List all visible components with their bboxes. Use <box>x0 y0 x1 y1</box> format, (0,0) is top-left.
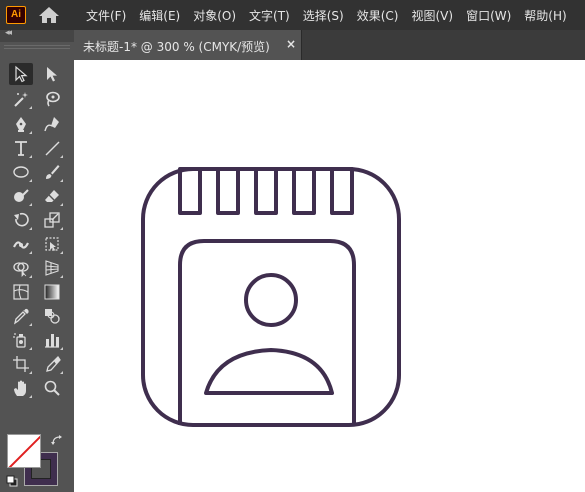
shape-builder-tool-icon[interactable] <box>9 257 33 279</box>
scale-tool-icon[interactable] <box>40 209 64 231</box>
document-tab-title: 未标题-1* @ 300 % (CMYK/预览) <box>83 40 270 54</box>
ellipse-tool-icon[interactable] <box>9 161 33 183</box>
type-tool-icon[interactable] <box>9 137 33 159</box>
inner-photo-frame <box>178 239 356 425</box>
symbol-sprayer-tool-icon[interactable] <box>9 329 33 351</box>
rotate-tool-icon[interactable] <box>9 209 33 231</box>
top-slot-5 <box>330 167 354 215</box>
eyedropper-tool-icon[interactable] <box>9 305 33 327</box>
menu-object[interactable]: 对象(O) <box>193 7 236 24</box>
swap-fill-stroke-icon[interactable] <box>51 434 63 446</box>
menu-effect[interactable]: 效果(C) <box>357 7 399 24</box>
pen-tool-icon[interactable] <box>9 113 33 135</box>
menu-edit[interactable]: 编辑(E) <box>139 7 180 24</box>
line-segment-tool-icon[interactable] <box>40 137 64 159</box>
id-card-artwork <box>141 167 401 427</box>
top-slot-3 <box>254 167 278 215</box>
tools-panel-header: ◂◂ <box>0 28 74 42</box>
menu-select[interactable]: 选择(S) <box>303 7 344 24</box>
home-icon[interactable] <box>38 6 60 24</box>
curvature-tool-icon[interactable] <box>40 113 64 135</box>
artboard-tool-icon[interactable] <box>9 353 33 375</box>
width-tool-icon[interactable] <box>9 233 33 255</box>
menu-list: 文件(F) 编辑(E) 对象(O) 文字(T) 选择(S) 效果(C) 视图(V… <box>86 0 580 30</box>
column-graph-tool-icon[interactable] <box>40 329 64 351</box>
menu-window[interactable]: 窗口(W) <box>466 7 511 24</box>
person-body <box>204 348 334 395</box>
top-slot-2 <box>216 167 240 215</box>
direct-selection-tool-icon[interactable] <box>40 63 64 85</box>
menu-view[interactable]: 视图(V) <box>411 7 453 24</box>
tools-panel: ◂◂ <box>0 28 74 492</box>
person-head <box>244 273 298 327</box>
app-logo: Ai <box>6 6 26 24</box>
artboard-canvas[interactable] <box>74 60 585 492</box>
paintbrush-tool-icon[interactable] <box>40 161 64 183</box>
document-tab[interactable]: 未标题-1* @ 300 % (CMYK/预览) × <box>74 30 302 60</box>
hand-tool-icon[interactable] <box>9 377 33 399</box>
menu-type[interactable]: 文字(T) <box>249 7 290 24</box>
lasso-tool-icon[interactable] <box>40 88 64 110</box>
gradient-tool-icon[interactable] <box>40 281 64 303</box>
menu-file[interactable]: 文件(F) <box>86 7 126 24</box>
eraser-tool-icon[interactable] <box>40 185 64 207</box>
magic-wand-tool-icon[interactable] <box>9 88 33 110</box>
blend-tool-icon[interactable] <box>40 305 64 327</box>
selection-tool-icon[interactable] <box>9 63 33 85</box>
mesh-tool-icon[interactable] <box>9 281 33 303</box>
close-tab-icon[interactable]: × <box>286 37 296 51</box>
fill-color-swatch[interactable] <box>7 434 41 468</box>
document-tab-bar: 未标题-1* @ 300 % (CMYK/预览) × <box>74 30 585 60</box>
default-fill-stroke-icon[interactable] <box>6 475 18 487</box>
top-slot-1 <box>178 167 202 215</box>
perspective-grid-tool-icon[interactable] <box>40 257 64 279</box>
top-slot-4 <box>292 167 316 215</box>
panel-grip[interactable] <box>4 45 70 49</box>
collapse-icon[interactable]: ◂◂ <box>5 28 12 38</box>
menu-help[interactable]: 帮助(H) <box>524 7 566 24</box>
menu-bar: Ai 文件(F) 编辑(E) 对象(O) 文字(T) 选择(S) 效果(C) 视… <box>0 0 585 30</box>
shaper-tool-icon[interactable] <box>9 185 33 207</box>
free-transform-tool-icon[interactable] <box>40 233 64 255</box>
slice-tool-icon[interactable] <box>40 353 64 375</box>
zoom-tool-icon[interactable] <box>40 377 64 399</box>
